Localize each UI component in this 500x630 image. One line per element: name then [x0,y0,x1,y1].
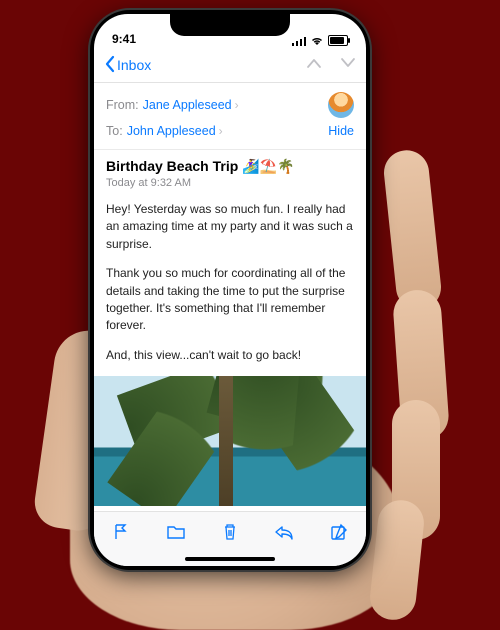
device-notch [170,14,290,36]
flag-button[interactable] [110,521,132,543]
body-paragraph: And, this view...can't wait to go back! [106,347,354,364]
status-time: 9:41 [112,32,136,46]
move-to-folder-button[interactable] [165,521,187,543]
sender-avatar[interactable] [328,92,354,118]
to-contact-link[interactable]: John Appleseed [127,124,216,138]
message-headers: From: Jane Appleseed › To: John Applesee… [94,83,366,150]
chevron-right-icon: › [235,98,239,112]
subject-title: Birthday Beach Trip 🏄‍♀️⛱️🌴 [106,158,354,175]
chevron-right-icon: › [219,124,223,138]
delete-button[interactable] [219,521,241,543]
cellular-signal-icon [292,36,306,46]
message-body[interactable]: Hey! Yesterday was so much fun. I really… [94,191,366,511]
iphone-device-frame: 9:41 Inbox [90,10,370,570]
mail-app-screen: 9:41 Inbox [94,14,366,566]
next-message-button[interactable] [340,56,356,74]
wifi-icon [310,36,324,46]
body-paragraph: Hey! Yesterday was so much fun. I really… [106,201,354,253]
from-contact-link[interactable]: Jane Appleseed [143,98,232,112]
subject-block: Birthday Beach Trip 🏄‍♀️⛱️🌴 Today at 9:3… [94,150,366,191]
battery-icon [328,35,348,46]
hide-details-button[interactable]: Hide [328,124,354,138]
home-indicator[interactable] [94,552,366,566]
compose-button[interactable] [328,521,350,543]
chevron-left-icon [104,55,115,76]
previous-message-button[interactable] [306,56,322,74]
reply-button[interactable] [273,521,295,543]
attached-photo[interactable] [94,376,366,506]
to-label: To: [106,124,123,138]
message-date: Today at 9:32 AM [106,177,354,189]
nav-bar: Inbox [94,48,366,83]
back-label: Inbox [117,57,151,73]
from-label: From: [106,98,139,112]
toolbar [94,511,366,552]
back-to-inbox-button[interactable]: Inbox [104,55,151,76]
body-paragraph: Thank you so much for coordinating all o… [106,265,354,335]
